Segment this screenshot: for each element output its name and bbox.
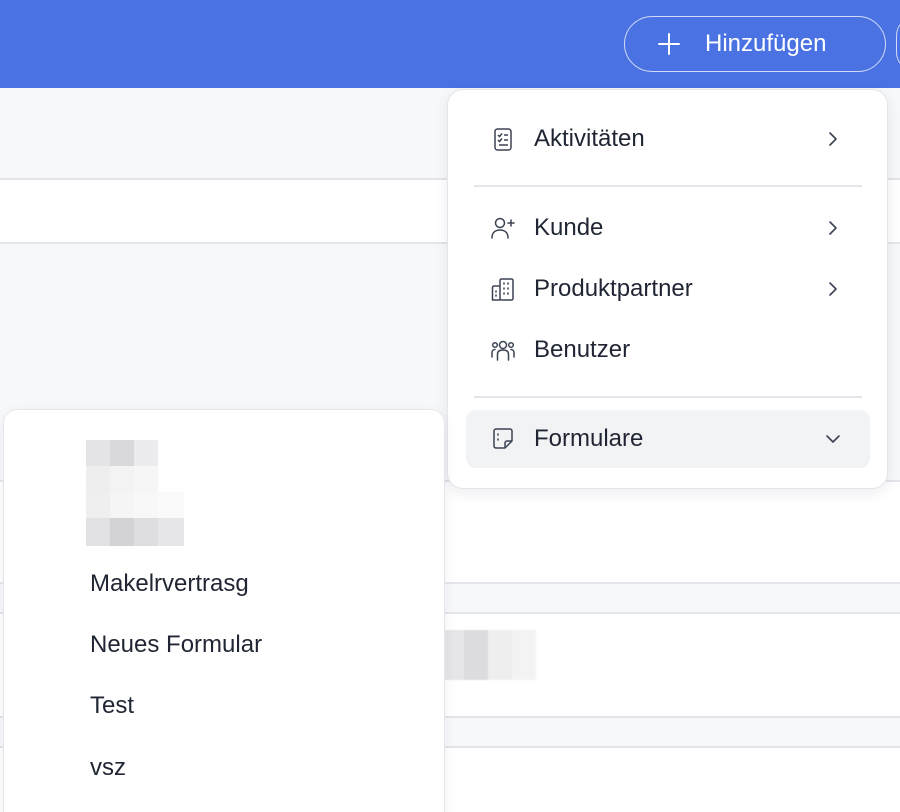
chevron-right-icon [829, 132, 837, 146]
pixelated-thumbnail [440, 630, 536, 680]
form-item[interactable]: Neues Formular [90, 631, 262, 659]
menu-item-formulare[interactable]: Formulare [466, 410, 870, 468]
menu-item-label: Produktpartner [534, 275, 693, 302]
add-button[interactable]: Hinzufügen [624, 16, 886, 72]
form-note-icon [493, 428, 513, 449]
menu-divider [474, 396, 862, 398]
chevron-down-icon [826, 435, 840, 443]
add-button-label: Hinzufügen [705, 30, 827, 57]
user-plus-icon [491, 217, 515, 239]
header-secondary-button[interactable] [896, 16, 900, 72]
menu-divider [474, 185, 862, 187]
menu-item-label: Aktivitäten [534, 125, 645, 152]
buildings-icon [491, 278, 514, 301]
add-dropdown-menu: Aktivitäten Kunde Produktpartner Benutze… [447, 89, 888, 489]
chevron-right-icon [829, 221, 837, 235]
form-item[interactable]: vsz [90, 754, 126, 782]
form-item[interactable]: Test [90, 692, 134, 720]
menu-item-aktivitaeten[interactable]: Aktivitäten [466, 110, 870, 168]
menu-item-label: Formulare [534, 425, 644, 452]
menu-item-label: Kunde [534, 214, 604, 241]
forms-submenu: Makelrvertrasg Neues Formular Test vsz [3, 409, 445, 812]
menu-item-produktpartner[interactable]: Produktpartner [466, 260, 870, 318]
chevron-right-icon [829, 282, 837, 296]
pixelated-logo [86, 440, 184, 546]
form-item[interactable]: Makelrvertrasg [90, 570, 249, 598]
menu-item-label: Benutzer [534, 336, 631, 363]
top-header-bar: Hinzufügen [0, 0, 900, 88]
users-group-icon [491, 340, 515, 361]
app-page: Hinzufügen Aktivitäten Kunde Produktpart… [0, 0, 900, 812]
checklist-icon [494, 128, 512, 151]
menu-item-benutzer[interactable]: Benutzer [466, 321, 870, 379]
plus-icon [658, 33, 680, 55]
menu-item-kunde[interactable]: Kunde [466, 199, 870, 257]
